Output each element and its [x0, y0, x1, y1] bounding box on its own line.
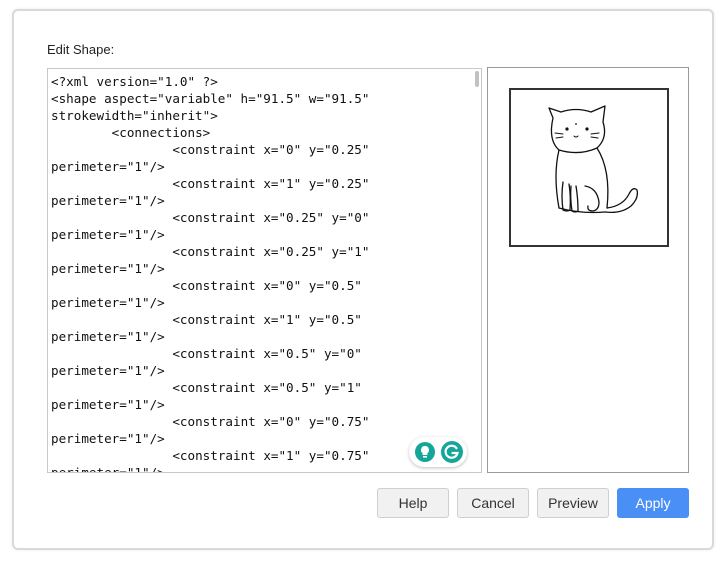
apply-button[interactable]: Apply — [617, 488, 689, 518]
grammarly-icon[interactable] — [441, 441, 463, 463]
cancel-button[interactable]: Cancel — [457, 488, 529, 518]
shape-xml-editor[interactable]: <?xml version="1.0" ?> <shape aspect="va… — [47, 68, 482, 473]
grammarly-widget[interactable] — [409, 437, 467, 467]
editor-scrollbar-thumb[interactable] — [475, 71, 479, 87]
help-button[interactable]: Help — [377, 488, 449, 518]
lightbulb-icon[interactable] — [415, 442, 435, 462]
cat-icon — [548, 105, 639, 214]
dialog-title: Edit Shape: — [47, 42, 115, 57]
preview-button[interactable]: Preview — [537, 488, 609, 518]
xml-code-text[interactable]: <?xml version="1.0" ?> <shape aspect="va… — [51, 73, 471, 472]
shape-preview-panel — [487, 67, 689, 473]
preview-shape-frame — [509, 88, 669, 247]
